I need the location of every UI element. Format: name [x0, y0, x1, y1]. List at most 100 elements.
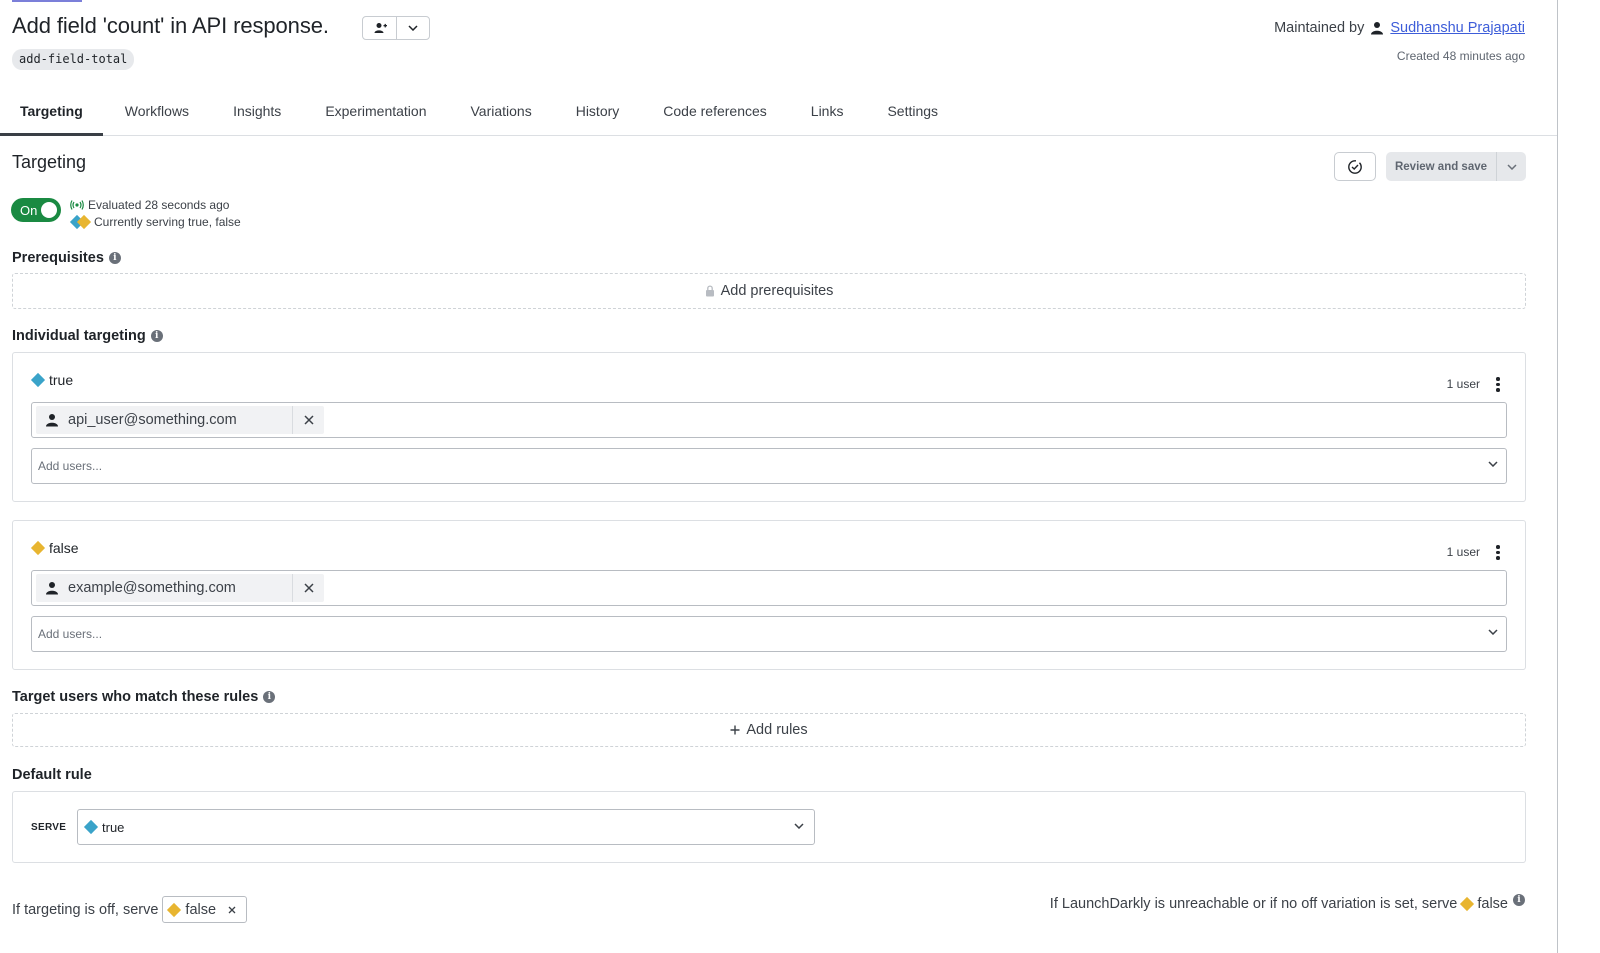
targeted-users-field[interactable]: example@something.com — [31, 570, 1507, 606]
false-variation-diamond-icon — [1460, 896, 1475, 912]
user-chip-label: api_user@something.com — [68, 412, 237, 428]
serve-value: true — [102, 819, 125, 835]
close-icon — [303, 415, 314, 425]
chevron-down-icon — [1488, 629, 1498, 635]
individual-targeting-label: Individual targeting — [12, 328, 146, 344]
remove-user-button[interactable] — [292, 406, 324, 434]
flag-title: Add field 'count' in API response. — [12, 13, 329, 38]
more-options-icon[interactable] — [1495, 545, 1501, 560]
fallback-text: If LaunchDarkly is unreachable or if no … — [1049, 896, 1458, 912]
add-rules-label: Add rules — [746, 722, 808, 738]
variation-name: false — [49, 540, 79, 556]
more-options-icon[interactable] — [1495, 377, 1501, 392]
history-button[interactable] — [1334, 152, 1376, 181]
tab-history[interactable]: History — [554, 92, 642, 136]
serving-status: Currently serving true, false — [69, 214, 241, 230]
broadcast-icon — [70, 200, 84, 210]
person-icon — [46, 582, 58, 595]
add-prerequisites-button[interactable]: Add prerequisites — [12, 273, 1526, 309]
variation-label-true: true — [30, 372, 74, 388]
maintainer-link[interactable]: Sudhanshu Prajapati — [1390, 20, 1525, 36]
plus-icon — [730, 725, 740, 735]
serving-text: Currently serving true, false — [94, 215, 241, 229]
variation-name: true — [49, 372, 74, 388]
default-rule-title: Default rule — [12, 767, 92, 783]
rules-label: Target users who match these rules — [12, 689, 259, 705]
false-variation-diamond-icon — [30, 540, 46, 556]
lock-icon — [705, 285, 714, 297]
close-icon[interactable] — [228, 906, 236, 914]
variation-card-true: true 1 user api_user@something.com Add u… — [12, 352, 1526, 502]
tab-experimentation[interactable]: Experimentation — [303, 92, 448, 136]
rules-title: Target users who match these rules i — [12, 689, 276, 705]
true-variation-diamond-icon — [30, 372, 46, 388]
user-chip-label: example@something.com — [68, 580, 236, 596]
panel-edge-divider — [1557, 0, 1558, 953]
add-users-placeholder: Add users... — [38, 627, 103, 641]
info-icon[interactable]: i — [108, 252, 121, 264]
maintained-by-label: Maintained by — [1274, 20, 1365, 36]
maintainer-button-group — [362, 16, 430, 40]
serve-label: SERVE — [31, 822, 67, 833]
chevron-down-icon — [1488, 461, 1498, 467]
fallback-value: false — [1477, 896, 1508, 912]
prerequisites-label: Prerequisites — [12, 250, 104, 266]
evaluation-status: Evaluated 28 seconds ago — [70, 198, 229, 212]
tab-insights[interactable]: Insights — [211, 92, 303, 136]
user-count: 1 user — [1446, 377, 1480, 391]
tab-workflows[interactable]: Workflows — [103, 92, 211, 136]
review-options-button[interactable] — [1496, 152, 1526, 181]
add-users-placeholder: Add users... — [38, 459, 103, 473]
person-icon — [1371, 22, 1384, 35]
review-and-save-label: Review and save — [1394, 160, 1488, 173]
created-timestamp: Created 48 minutes ago — [1396, 49, 1525, 63]
person-icon — [46, 414, 58, 427]
false-variation-diamond-icon — [167, 902, 182, 917]
chevron-down-icon — [408, 25, 418, 31]
history-icon — [1348, 159, 1362, 174]
add-rules-button[interactable]: Add rules — [12, 713, 1526, 747]
off-variation-select[interactable]: false — [162, 896, 248, 923]
prerequisites-title: Prerequisites i — [12, 250, 121, 266]
tab-settings[interactable]: Settings — [865, 92, 960, 136]
maintainer-dropdown-button[interactable] — [396, 17, 429, 39]
true-variation-diamond-icon — [83, 819, 99, 835]
variation-card-false: false 1 user example@something.com Add u… — [12, 520, 1526, 670]
toggle-knob — [41, 202, 57, 218]
top-link-stub — [12, 0, 82, 2]
user-plus-icon — [374, 23, 387, 33]
remove-user-button[interactable] — [292, 574, 324, 602]
targeted-users-field[interactable]: api_user@something.com — [31, 402, 1507, 438]
assign-user-button[interactable] — [363, 17, 396, 39]
info-icon[interactable]: i — [150, 330, 163, 342]
tab-variations[interactable]: Variations — [448, 92, 553, 136]
off-variation-value: false — [185, 901, 217, 918]
tab-targeting[interactable]: Targeting — [0, 92, 103, 136]
targeting-title: Targeting — [12, 152, 87, 172]
evaluated-text: Evaluated 28 seconds ago — [88, 198, 230, 212]
default-rule-label: Default rule — [12, 767, 92, 783]
toggle-label: On — [20, 202, 38, 218]
add-prerequisites-label: Add prerequisites — [720, 283, 834, 299]
chevron-down-icon — [794, 823, 804, 829]
off-variation-row: If targeting is off, serve false — [12, 896, 248, 923]
tab-code-references[interactable]: Code references — [641, 92, 789, 136]
targeting-toggle[interactable]: On — [11, 198, 61, 222]
individual-targeting-title: Individual targeting i — [12, 328, 163, 344]
flag-key-badge: add-field-total — [12, 49, 135, 70]
close-icon — [303, 583, 314, 593]
maintained-by: Maintained by Sudhanshu Prajapati — [1274, 20, 1525, 36]
off-variation-text: If targeting is off, serve — [12, 901, 159, 918]
add-users-select[interactable]: Add users... — [31, 448, 1507, 484]
chevron-down-icon — [1506, 163, 1517, 170]
variation-label-false: false — [30, 540, 79, 556]
info-icon[interactable]: i — [1513, 894, 1525, 906]
default-rule-serve-select[interactable]: true — [77, 809, 815, 845]
review-and-save-button[interactable]: Review and save — [1386, 152, 1526, 181]
flag-tabs: Targeting Workflows Insights Experimenta… — [0, 92, 1558, 136]
tab-links[interactable]: Links — [789, 92, 866, 136]
info-icon[interactable]: i — [263, 691, 276, 703]
user-chip: example@something.com — [36, 574, 324, 602]
add-users-select[interactable]: Add users... — [31, 616, 1507, 652]
user-chip: api_user@something.com — [36, 406, 324, 434]
